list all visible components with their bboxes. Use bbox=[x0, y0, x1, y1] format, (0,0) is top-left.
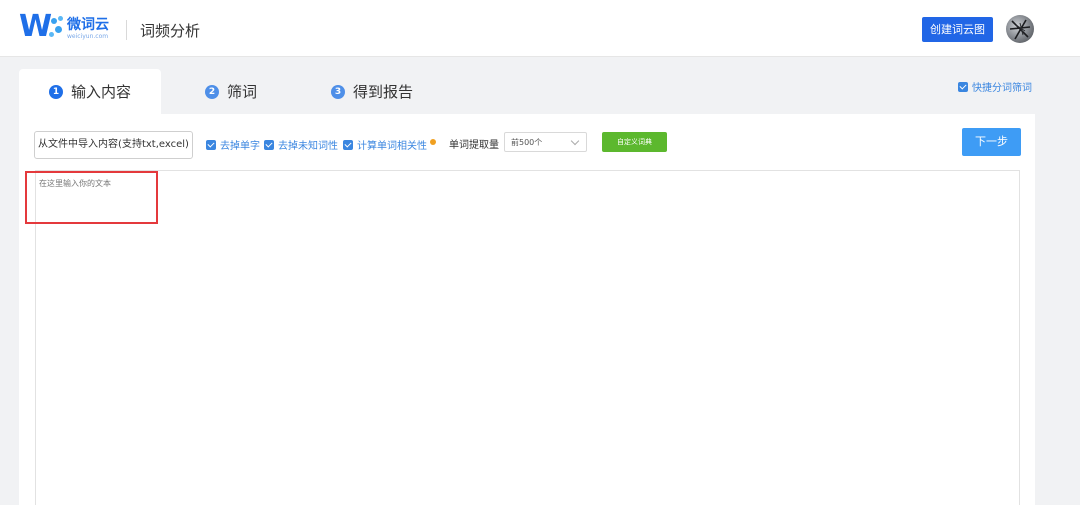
option-label: 计算单词相关性 bbox=[357, 141, 427, 152]
step-1-icon: 1 bbox=[48, 84, 63, 99]
tab-label: 得到报告 bbox=[353, 83, 414, 101]
create-wordcloud-button[interactable]: 创建词云图 bbox=[922, 17, 993, 42]
option-label: 去掉单字 bbox=[220, 141, 260, 152]
checkbox-checked-icon[interactable] bbox=[958, 81, 968, 92]
tab-get-report[interactable]: 3 得到报告 bbox=[331, 69, 413, 114]
input-panel: 从文件中导入内容(支持txt,excel) 去掉单字 去掉未知词性 计算单词相关… bbox=[19, 114, 1035, 505]
next-step-button[interactable]: 下一步 bbox=[962, 128, 1021, 156]
logo-dots-icon bbox=[49, 16, 65, 40]
tab-filter-words[interactable]: 2 筛词 bbox=[205, 69, 257, 114]
logo-name: 微词云 bbox=[67, 17, 109, 33]
checkbox-checked-icon[interactable] bbox=[343, 139, 353, 150]
info-icon[interactable] bbox=[430, 138, 436, 145]
page-title: 词频分析 bbox=[140, 22, 201, 40]
tab-input-content[interactable]: 1 输入内容 bbox=[19, 69, 161, 114]
logo-subtitle: weiciyun.com bbox=[67, 33, 109, 40]
step-2-icon: 2 bbox=[205, 84, 219, 99]
calc-correlation-checkbox[interactable]: 计算单词相关性 bbox=[343, 137, 436, 152]
remove-unknown-pos-checkbox[interactable]: 去掉未知词性 bbox=[264, 137, 338, 152]
tab-label: 输入内容 bbox=[70, 83, 131, 101]
checkbox-checked-icon[interactable] bbox=[206, 139, 216, 150]
weiciyun-logo[interactable]: W 微词云 weiciyun.com bbox=[19, 12, 109, 44]
chevron-down-icon bbox=[570, 136, 580, 146]
annotation-highlight-box bbox=[25, 171, 158, 224]
extract-count-label: 单词提取量 bbox=[449, 140, 499, 151]
extract-count-value: 前500个 bbox=[511, 138, 543, 147]
header-divider bbox=[126, 20, 127, 40]
option-label: 去掉未知词性 bbox=[278, 141, 338, 152]
quick-filter-label: 快捷分词筛词 bbox=[972, 83, 1032, 94]
custom-dictionary-button[interactable]: 自定义词典 bbox=[602, 132, 667, 152]
tab-label: 筛词 bbox=[227, 83, 258, 101]
quick-filter-checkbox[interactable]: 快捷分词筛词 bbox=[958, 79, 1032, 94]
logo-w-mark: W bbox=[19, 9, 52, 44]
remove-single-char-checkbox[interactable]: 去掉单字 bbox=[206, 137, 260, 152]
checkbox-checked-icon[interactable] bbox=[264, 139, 274, 150]
text-input-area[interactable]: 在这里输入你的文本 bbox=[35, 170, 1020, 505]
step-3-icon: 3 bbox=[331, 84, 345, 99]
user-avatar[interactable] bbox=[1006, 15, 1034, 43]
import-file-button[interactable]: 从文件中导入内容(支持txt,excel) bbox=[34, 131, 193, 159]
top-header: W 微词云 weiciyun.com 词频分析 创建词云图 bbox=[0, 0, 1080, 57]
input-toolbar: 从文件中导入内容(支持txt,excel) 去掉单字 去掉未知词性 计算单词相关… bbox=[19, 114, 1035, 170]
extract-count-select[interactable]: 前500个 bbox=[504, 132, 587, 152]
